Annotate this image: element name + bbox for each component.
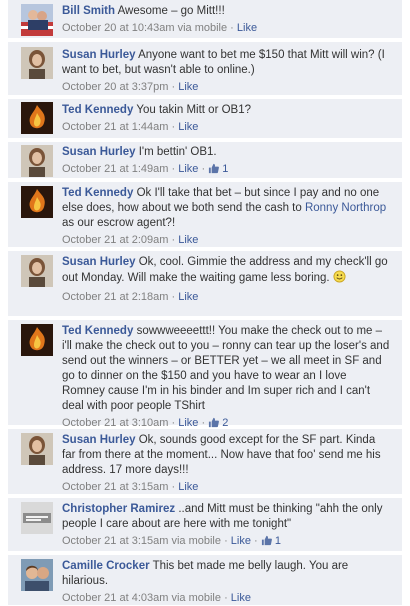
comment-author[interactable]: Christopher Ramirez xyxy=(62,503,175,515)
comment-text: sowwweeeettt!! You make the check out to… xyxy=(62,325,390,412)
profile-photo-woman-icon xyxy=(21,47,53,79)
comment-meta: October 21 at 3:15am · Like xyxy=(62,481,199,493)
comment-meta: October 21 at 1:44am · Like xyxy=(62,121,199,133)
comment-text-continued: as our escrow agent?! xyxy=(62,217,176,229)
comment: Bill Smith Awesome – go Mitt!!! October … xyxy=(8,0,402,38)
comment-time[interactable]: October 21 at 3:15am xyxy=(62,481,168,493)
comment-author[interactable]: Susan Hurley xyxy=(62,256,136,268)
like-link[interactable]: Like xyxy=(178,234,198,246)
comment-author[interactable]: Ted Kennedy xyxy=(62,104,133,116)
comment-author[interactable]: Ted Kennedy xyxy=(62,187,133,199)
comment: Susan Hurley Anyone want to bet me $150 … xyxy=(8,42,402,95)
like-link[interactable]: Like xyxy=(231,592,251,604)
like-link[interactable]: Like xyxy=(178,121,198,133)
comment-time[interactable]: October 21 at 3:10am xyxy=(62,417,168,429)
comment-meta: October 21 at 3:15am via mobile · Like ·… xyxy=(62,534,390,551)
like-link[interactable]: Like xyxy=(178,163,198,175)
thumbs-up-icon[interactable] xyxy=(208,163,220,179)
avatar[interactable] xyxy=(21,145,53,177)
avatar[interactable] xyxy=(21,433,53,465)
comment-via: via mobile xyxy=(171,535,221,547)
comment-thread: Bill Smith Awesome – go Mitt!!! October … xyxy=(0,0,410,605)
comment: Ted Kennedy sowwweeeettt!! You make the … xyxy=(8,320,402,429)
comment-time[interactable]: October 21 at 1:49am xyxy=(62,163,168,175)
comment: Ted Kennedy Ok I'll take that bet – but … xyxy=(8,182,402,247)
profile-photo-woman-icon xyxy=(21,255,53,287)
comment-meta: October 21 at 2:09am · Like xyxy=(62,234,199,246)
profile-photo-flag-icon xyxy=(21,4,53,36)
like-count[interactable]: 1 xyxy=(222,163,228,175)
avatar[interactable] xyxy=(21,47,53,79)
comment-time[interactable]: October 20 at 3:37pm xyxy=(62,81,168,93)
comment: Susan Hurley Ok, sounds good except for … xyxy=(8,429,402,494)
like-count[interactable]: 1 xyxy=(275,535,281,547)
avatar[interactable] xyxy=(21,324,53,356)
comment-time[interactable]: October 21 at 3:15am xyxy=(62,535,168,547)
profile-photo-couple-icon xyxy=(21,559,53,591)
comment-meta: October 20 at 10:43am via mobile · Like xyxy=(62,22,258,34)
avatar[interactable] xyxy=(21,186,53,218)
like-link[interactable]: Like xyxy=(178,481,198,493)
profile-photo-fire-icon xyxy=(21,186,53,218)
smiley-icon xyxy=(333,270,346,288)
like-count[interactable]: 2 xyxy=(222,417,228,429)
comment: Christopher Ramirez ..and Mitt must be t… xyxy=(8,498,402,551)
comment-time[interactable]: October 21 at 4:03am xyxy=(62,592,168,604)
comment-author[interactable]: Susan Hurley xyxy=(62,434,136,446)
comment: Camille Crocker This bet made me belly l… xyxy=(8,555,402,605)
comment-text: You takin Mitt or OB1? xyxy=(136,104,251,116)
comment: Susan Hurley Ok, cool. Gimmie the addres… xyxy=(8,251,402,316)
comment-time[interactable]: October 21 at 2:18am xyxy=(62,291,168,303)
avatar[interactable] xyxy=(21,4,53,36)
profile-photo-woman-icon xyxy=(21,433,53,465)
comment-text: Awesome – go Mitt!!! xyxy=(117,5,225,17)
comment-meta: October 21 at 1:49am · Like · 1 xyxy=(62,162,390,179)
mention-link[interactable]: Ronny Northrop xyxy=(305,202,386,214)
comment-author[interactable]: Susan Hurley xyxy=(62,49,136,61)
comment-meta: October 21 at 4:03am via mobile · Like xyxy=(62,592,251,604)
comment-meta: October 21 at 2:18am · Like xyxy=(62,291,199,303)
comment-time[interactable]: October 21 at 2:09am xyxy=(62,234,168,246)
comment-author[interactable]: Ted Kennedy xyxy=(62,325,133,337)
comment-time[interactable]: October 20 at 10:43am xyxy=(62,22,175,34)
comment-meta: October 20 at 3:37pm · Like xyxy=(62,81,199,93)
avatar[interactable] xyxy=(21,255,53,287)
profile-photo-fire-icon xyxy=(21,102,53,134)
avatar[interactable] xyxy=(21,559,53,591)
like-link[interactable]: Like xyxy=(231,535,251,547)
comment-author[interactable]: Camille Crocker xyxy=(62,560,150,572)
like-link[interactable]: Like xyxy=(178,417,198,429)
comment-via: via mobile xyxy=(177,22,228,34)
avatar[interactable] xyxy=(21,502,53,534)
comment: Ted Kennedy You takin Mitt or OB1? Octob… xyxy=(8,99,402,138)
like-link[interactable]: Like xyxy=(178,291,198,303)
profile-photo-fire-icon xyxy=(21,324,53,356)
like-link[interactable]: Like xyxy=(237,22,257,34)
thumbs-up-icon[interactable] xyxy=(261,535,272,551)
comment-author[interactable]: Bill Smith xyxy=(62,5,115,17)
comment-author[interactable]: Susan Hurley xyxy=(62,146,136,158)
comment: Susan Hurley I'm bettin' OB1. October 21… xyxy=(8,142,402,178)
comment-time[interactable]: October 21 at 1:44am xyxy=(62,121,168,133)
comment-via: via mobile xyxy=(171,592,221,604)
profile-photo-woman-icon xyxy=(21,145,53,177)
comment-text: I'm bettin' OB1. xyxy=(138,146,217,158)
like-link[interactable]: Like xyxy=(178,81,198,93)
avatar[interactable] xyxy=(21,102,53,134)
profile-photo-text-icon xyxy=(21,502,53,534)
